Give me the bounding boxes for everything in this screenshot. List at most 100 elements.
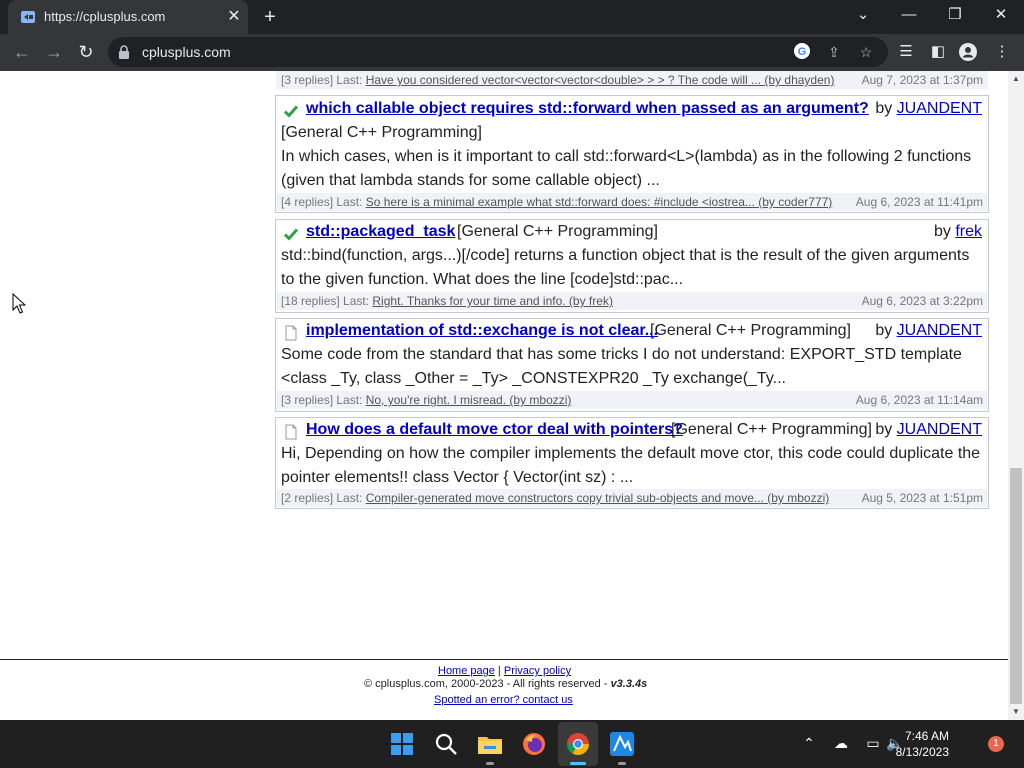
tab-title: https://cplusplus.com [44, 9, 166, 24]
topic-item: std::packaged_task [General C++ Programm… [275, 219, 989, 313]
topic-author: by frek [933, 223, 982, 240]
active-app-indicator [570, 762, 586, 765]
check-icon [283, 105, 299, 118]
topic-snippet: Some code from the standard that has som… [281, 346, 962, 387]
forward-icon[interactable]: → [40, 38, 68, 66]
cplusplus-favicon-icon [21, 11, 35, 23]
topic-footer: [4 replies] Last: So here is a minimal e… [276, 193, 988, 211]
tab-close-icon[interactable]: ✕ [224, 7, 244, 27]
topic-snippet: Hi, Depending on how the compiler implem… [281, 445, 981, 486]
tab-search-icon[interactable]: ⌄ [840, 0, 886, 32]
topic-author: by JUANDENT [875, 322, 982, 339]
running-app-indicator [486, 762, 494, 765]
svg-text:G: G [798, 46, 807, 58]
topic-footer: [18 replies] Last: Right. Thanks for you… [276, 292, 988, 310]
minimize-icon[interactable]: — [886, 0, 932, 32]
profile-icon[interactable] [958, 42, 978, 62]
topic-category: [General C++ Programming] [671, 421, 872, 438]
lock-icon [119, 45, 129, 59]
topic-category: [General C++ Programming] [457, 223, 658, 240]
contact-link[interactable]: Spotted an error? contact us [434, 694, 573, 706]
topic-date: Aug 5, 2023 at 1:51pm [861, 491, 983, 505]
side-panel-icon[interactable]: ◧ [928, 42, 948, 62]
topic-last-reply: [4 replies] Last: So here is a minimal e… [281, 195, 833, 209]
network-icon[interactable]: ▭ [862, 732, 884, 754]
tab-strip: https://cplusplus.com ✕ + ⌄ — ❐ ✕ [0, 0, 1024, 34]
topic-title-link[interactable]: std::packaged_task [306, 223, 455, 241]
app-icon[interactable] [606, 728, 638, 760]
version-label: v3.3.4s [610, 678, 648, 690]
topic-author: by JUANDENT [875, 100, 982, 117]
author-link[interactable]: JUANDENT [897, 322, 982, 339]
topic-date: Aug 6, 2023 at 11:14am [855, 393, 983, 407]
last-reply-link[interactable]: Right. Thanks for your time and info. (b… [372, 294, 613, 308]
topic-category: [General C++ Programming] [650, 322, 851, 339]
clock-time[interactable]: 7:46 AM [905, 729, 949, 743]
search-icon[interactable] [430, 728, 462, 760]
author-link[interactable]: JUANDENT [897, 100, 982, 117]
topic-category: [General C++ Programming] [281, 124, 482, 141]
topic-snippet: std::bind(function, args...)[/code] retu… [281, 247, 970, 288]
url-text: cplusplus.com [142, 44, 231, 60]
close-window-icon[interactable]: ✕ [978, 0, 1024, 32]
scrollbar-thumb[interactable] [1010, 468, 1022, 704]
windows-start-icon[interactable] [386, 728, 418, 760]
author-link[interactable]: JUANDENT [897, 421, 982, 438]
share-icon[interactable]: ⇪ [824, 42, 844, 62]
document-icon [285, 325, 297, 341]
reload-icon[interactable]: ↻ [72, 38, 100, 66]
onedrive-icon[interactable]: ☁ [830, 732, 852, 754]
topic-snippet: In which cases, when is it important to … [281, 148, 972, 189]
last-reply-link[interactable]: Have you considered vector<vector<vector… [366, 73, 835, 87]
topic-item: How does a default move ctor deal with p… [275, 417, 989, 509]
author-link[interactable]: frek [955, 223, 982, 240]
topic-last-reply: [18 replies] Last: Right. Thanks for you… [281, 294, 613, 308]
browser-toolbar: ← → ↻ cplusplus.com G ⇪ ☆ ☰ ◧ ⋮ [0, 34, 1024, 71]
topic-title-link[interactable]: How does a default move ctor deal with p… [306, 421, 683, 439]
browser-tab[interactable]: https://cplusplus.com ✕ [8, 0, 248, 34]
last-reply-link[interactable]: Compiler-generated move constructors cop… [366, 491, 830, 505]
new-tab-button[interactable]: + [258, 6, 282, 30]
topic-last-reply: [3 replies] Last: Have you considered ve… [281, 73, 835, 87]
topic-author: by JUANDENT [875, 421, 982, 438]
page-content: [3 replies] Last: Have you considered ve… [0, 71, 1008, 720]
topic-item: which callable object requires std::forw… [275, 95, 989, 213]
footer-links: Home page | Privacy policy [438, 661, 571, 679]
chrome-icon[interactable] [562, 728, 594, 760]
running-app-indicator [618, 762, 626, 765]
file-explorer-icon[interactable] [474, 728, 506, 760]
last-reply-link[interactable]: So here is a minimal example what std::f… [366, 195, 833, 209]
privacy-policy-link[interactable]: Privacy policy [504, 665, 571, 677]
address-bar[interactable]: cplusplus.com G ⇪ ☆ [108, 37, 888, 67]
check-icon [283, 228, 299, 241]
scroll-up-icon[interactable]: ▲ [1008, 72, 1024, 86]
notification-badge[interactable]: 1 [988, 736, 1004, 752]
topic-footer: [2 replies] Last: Compiler-generated mov… [276, 489, 988, 507]
topic-date: Aug 6, 2023 at 11:41pm [855, 195, 983, 209]
google-icon[interactable]: G [792, 42, 812, 62]
topic-footer: [3 replies] Last: Have you considered ve… [276, 71, 988, 89]
restore-icon[interactable]: ❐ [932, 0, 978, 32]
back-icon[interactable]: ← [8, 38, 36, 66]
topic-last-reply: [2 replies] Last: Compiler-generated mov… [281, 491, 830, 505]
document-icon [285, 424, 297, 440]
menu-kebab-icon[interactable]: ⋮ [992, 42, 1012, 62]
last-reply-link[interactable]: No, you're right. I misread. (by mbozzi) [366, 393, 572, 407]
topic-date: Aug 6, 2023 at 3:22pm [861, 294, 983, 308]
firefox-icon[interactable] [518, 728, 550, 760]
topic-title-link[interactable]: which callable object requires std::forw… [306, 100, 869, 118]
reading-list-icon[interactable]: ☰ [896, 42, 916, 62]
home-page-link[interactable]: Home page [438, 665, 495, 677]
chevron-up-icon[interactable]: ⌃ [798, 732, 820, 754]
mouse-cursor-icon [12, 293, 26, 314]
footer-divider [0, 659, 1008, 660]
copyright-text: © cplusplus.com, 2000-2023 - All rights … [364, 678, 648, 690]
scroll-down-icon[interactable]: ▼ [1008, 705, 1024, 719]
bookmark-star-icon[interactable]: ☆ [856, 42, 876, 62]
topic-item: implementation of std::exchange is not c… [275, 318, 989, 412]
topic-title-link[interactable]: implementation of std::exchange is not c… [306, 322, 658, 340]
topic-footer: [3 replies] Last: No, you're right. I mi… [276, 391, 988, 409]
topic-date: Aug 7, 2023 at 1:37pm [861, 73, 983, 87]
clock-date[interactable]: 8/13/2023 [896, 745, 949, 759]
topic-last-reply: [3 replies] Last: No, you're right. I mi… [281, 393, 572, 407]
